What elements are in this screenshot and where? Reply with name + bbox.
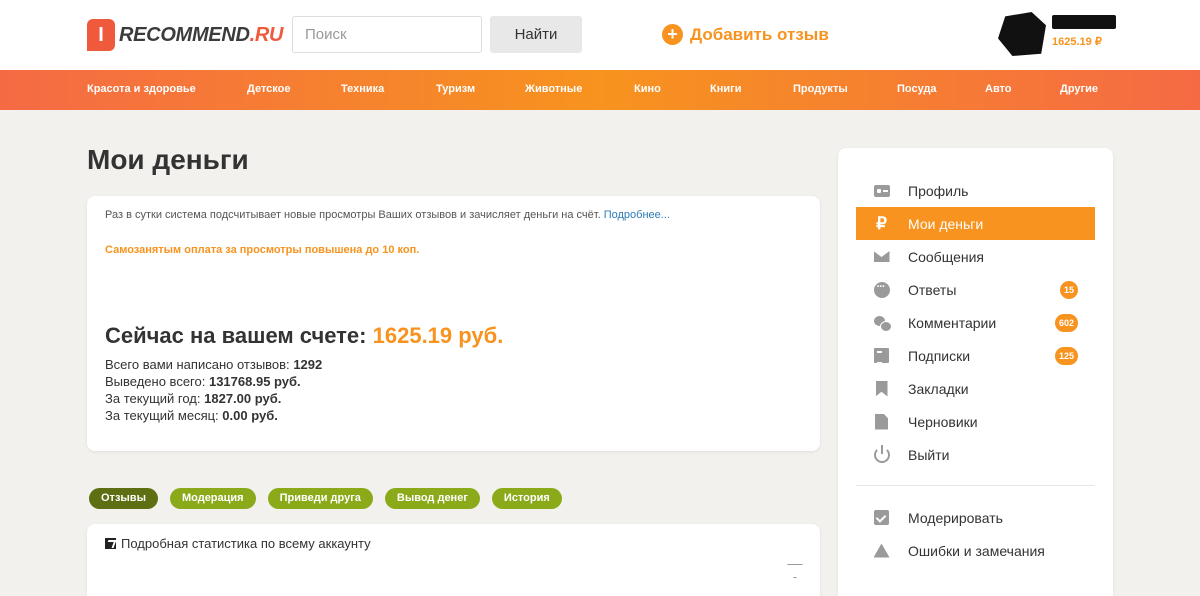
search-input[interactable] [292,16,482,53]
statistics-link[interactable]: Подробная статистика по всему аккаунту [105,536,371,551]
sidebar-item-label: Модерировать [908,509,1003,526]
money-tabs: Отзывы Модерация Приведи друга Вывод ден… [89,488,562,509]
sidebar-item-label: Комментарии [908,314,997,331]
stat-row-year: За текущий год: 1827.00 руб. [105,390,322,407]
warning-icon [873,542,890,559]
chart-icon [105,538,116,549]
document-icon [873,413,890,430]
sidebar-item-bookmarks[interactable]: Закладки [856,372,1095,405]
stat-label: За текущий год: [105,391,201,406]
sidebar-item-subscriptions[interactable]: Подписки 125 [856,339,1095,372]
sidebar-item-messages[interactable]: Сообщения [856,240,1095,273]
sidebar-item-label: Ответы [908,281,957,298]
filter-icon[interactable] [787,564,803,578]
nav-item-kids[interactable]: Детское [247,83,291,95]
info-text: Раз в сутки система подсчитывает новые п… [105,209,670,221]
logo-mark: I [87,19,115,51]
page-title: Мои деньги [87,144,249,175]
comments-icon [873,314,892,332]
stat-value: 0.00 руб. [222,408,278,423]
ruble-icon: ₽ [876,213,887,233]
tab-referral[interactable]: Приведи друга [267,488,373,509]
sidebar-item-label: Подписки [908,347,971,364]
sidebar-item-label: Мои деньги [908,215,984,232]
replies-count-badge: 15 [1059,280,1078,299]
user-avatar[interactable] [998,12,1046,56]
balance-heading: Сейчас на вашем счете: 1625.19 руб. [105,323,503,349]
tab-moderation[interactable]: Модерация [169,488,256,509]
nav-item-animals[interactable]: Животные [525,83,582,95]
promo-notice: Самозанятым оплата за просмотры повышена… [105,244,420,256]
balance-amount: 1625.19 руб. [372,323,504,348]
newspaper-icon [873,347,890,364]
balance-label: Сейчас на вашем счете: [105,323,367,348]
sidebar-item-label: Закладки [908,380,969,397]
statistics-title: Подробная статистика по всему аккаунту [121,536,371,551]
sidebar-divider [856,485,1095,486]
nav-item-books[interactable]: Книги [710,83,741,95]
add-review-label: Добавить отзыв [690,24,829,44]
sidebar-item-label: Ошибки и замечания [908,542,1045,559]
sidebar-item-label: Сообщения [908,248,984,265]
sidebar-item-label: Черновики [908,413,978,430]
add-review-link[interactable]: + Добавить отзыв [662,24,829,45]
stat-value: 131768.95 руб. [208,374,301,389]
stat-value: 1827.00 руб. [204,391,282,406]
sidebar-item-moderate[interactable]: Модерировать [856,501,1095,534]
statistics-card: Подробная статистика по всему аккаунту [87,524,820,596]
site-logo[interactable]: I RECOMMEND.RU [87,18,283,52]
check-icon [873,509,890,526]
logo-text: RECOMMEND.RU [119,24,283,47]
comments-count-badge: 602 [1054,313,1078,332]
nav-item-auto[interactable]: Авто [985,83,1012,95]
sidebar-item-logout[interactable]: Выйти [856,438,1095,471]
header-balance[interactable]: 1625.19 ₽ [1052,35,1102,48]
nav-item-dishes[interactable]: Посуда [897,83,937,95]
sidebar-item-drafts[interactable]: Черновики [856,405,1095,438]
account-sidebar: Профиль ₽ Мои деньги Сообщения Ответы 15… [838,148,1113,596]
plus-icon: + [662,24,683,45]
tab-withdrawal[interactable]: Вывод денег [384,488,480,509]
logo-tld: .RU [249,23,284,46]
more-info-link[interactable]: Подробнее... [604,209,670,221]
chat-bubble-icon [873,281,890,298]
sidebar-item-label: Профиль [908,182,969,199]
nav-item-movies[interactable]: Кино [634,83,661,95]
sidebar-item-errors[interactable]: Ошибки и замечания [856,534,1095,567]
tab-history[interactable]: История [491,488,562,509]
nav-item-food[interactable]: Продукты [793,83,848,95]
stat-row-month: За текущий месяц: 0.00 руб. [105,407,322,424]
nav-item-travel[interactable]: Туризм [436,83,475,95]
sidebar-item-replies[interactable]: Ответы 15 [856,273,1095,306]
balance-card: Раз в сутки система подсчитывает новые п… [87,196,820,451]
stat-label: Всего вами написано отзывов: [105,357,290,372]
nav-item-beauty[interactable]: Красота и здоровье [87,83,196,95]
sidebar-item-label: Выйти [908,446,950,463]
nav-item-tech[interactable]: Техника [341,83,384,95]
category-nav: Красота и здоровье Детское Техника Туриз… [0,70,1200,110]
info-text-body: Раз в сутки система подсчитывает новые п… [105,209,601,221]
subscriptions-count-badge: 125 [1054,346,1078,365]
tab-reviews[interactable]: Отзывы [89,488,158,509]
site-header: I RECOMMEND.RU Найти + Добавить отзыв 16… [0,0,1200,70]
bookmark-icon [873,380,890,397]
sidebar-item-money[interactable]: ₽ Мои деньги [856,207,1095,240]
username-redacted[interactable] [1052,15,1116,29]
stat-value: 1292 [293,357,323,372]
power-icon [873,444,890,463]
nav-item-other[interactable]: Другие [1060,83,1098,95]
logo-main: RECOMMEND [119,23,250,46]
envelope-icon [873,248,890,265]
stat-row-reviews: Всего вами написано отзывов: 1292 [105,356,322,373]
sidebar-item-comments[interactable]: Комментарии 602 [856,306,1095,339]
sidebar-item-profile[interactable]: Профиль [856,174,1095,207]
stat-label: За текущий месяц: [105,408,219,423]
stats-list: Всего вами написано отзывов: 1292 Выведе… [105,356,322,424]
search-button[interactable]: Найти [490,16,582,53]
stat-label: Выведено всего: [105,374,206,389]
stat-row-withdrawn: Выведено всего: 131768.95 руб. [105,373,322,390]
profile-card-icon [873,182,890,199]
